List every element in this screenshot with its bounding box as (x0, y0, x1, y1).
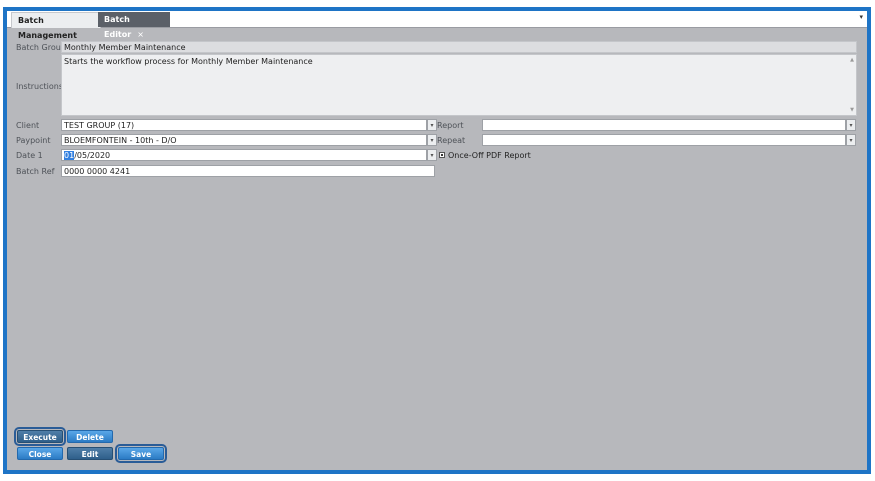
batch-group-label: Batch Group (16, 43, 66, 52)
once-off-pdf-label: Once-Off PDF Report (448, 151, 531, 160)
delete-button[interactable]: Delete (67, 430, 113, 443)
report-dropdown-icon[interactable]: ▾ (846, 119, 856, 131)
instructions-label: Instructions (16, 82, 63, 91)
paypoint-select[interactable]: BLOEMFONTEIN - 10th - D/O (61, 134, 427, 146)
batch-group-field: Monthly Member Maintenance (61, 41, 857, 53)
paypoint-dropdown-icon[interactable]: ▾ (427, 134, 437, 146)
report-select[interactable] (482, 119, 846, 131)
repeat-dropdown-icon[interactable]: ▾ (846, 134, 856, 146)
save-button[interactable]: Save (115, 444, 167, 463)
tab-batch-editor[interactable]: Batch Editor × (98, 12, 170, 39)
scroll-up-icon[interactable]: ▲ (850, 57, 854, 63)
tab-menu-chevron-icon[interactable]: ▾ (859, 13, 863, 21)
execute-button[interactable]: Execute (14, 427, 66, 446)
instructions-textarea[interactable]: Starts the workflow process for Monthly … (61, 54, 857, 116)
batch-ref-label: Batch Ref (16, 167, 55, 176)
repeat-select[interactable] (482, 134, 846, 146)
batch-editor-window: Batch Management Batch Editor × ▾ Batch G… (3, 7, 871, 474)
scroll-down-icon[interactable]: ▼ (850, 107, 854, 113)
client-dropdown-icon[interactable]: ▾ (427, 119, 437, 131)
client-label: Client (16, 121, 40, 130)
tab-batch-management[interactable]: Batch Management (11, 12, 101, 40)
once-off-pdf-checkbox[interactable] (439, 152, 445, 158)
report-label: Report (437, 121, 464, 130)
edit-button[interactable]: Edit (67, 447, 113, 460)
close-button[interactable]: Close (17, 447, 63, 460)
paypoint-label: Paypoint (16, 136, 51, 145)
tab-bar: Batch Management Batch Editor × ▾ (7, 11, 867, 40)
close-tab-icon[interactable]: × (137, 30, 144, 39)
repeat-label: Repeat (437, 136, 466, 145)
date1-label: Date 1 (16, 151, 43, 160)
batch-ref-input[interactable]: 0000 0000 4241 (61, 165, 435, 177)
date1-input[interactable]: 01/05/2020 (61, 149, 427, 161)
date1-dropdown-icon[interactable]: ▾ (427, 149, 437, 161)
client-select[interactable]: TEST GROUP (17) (61, 119, 427, 131)
